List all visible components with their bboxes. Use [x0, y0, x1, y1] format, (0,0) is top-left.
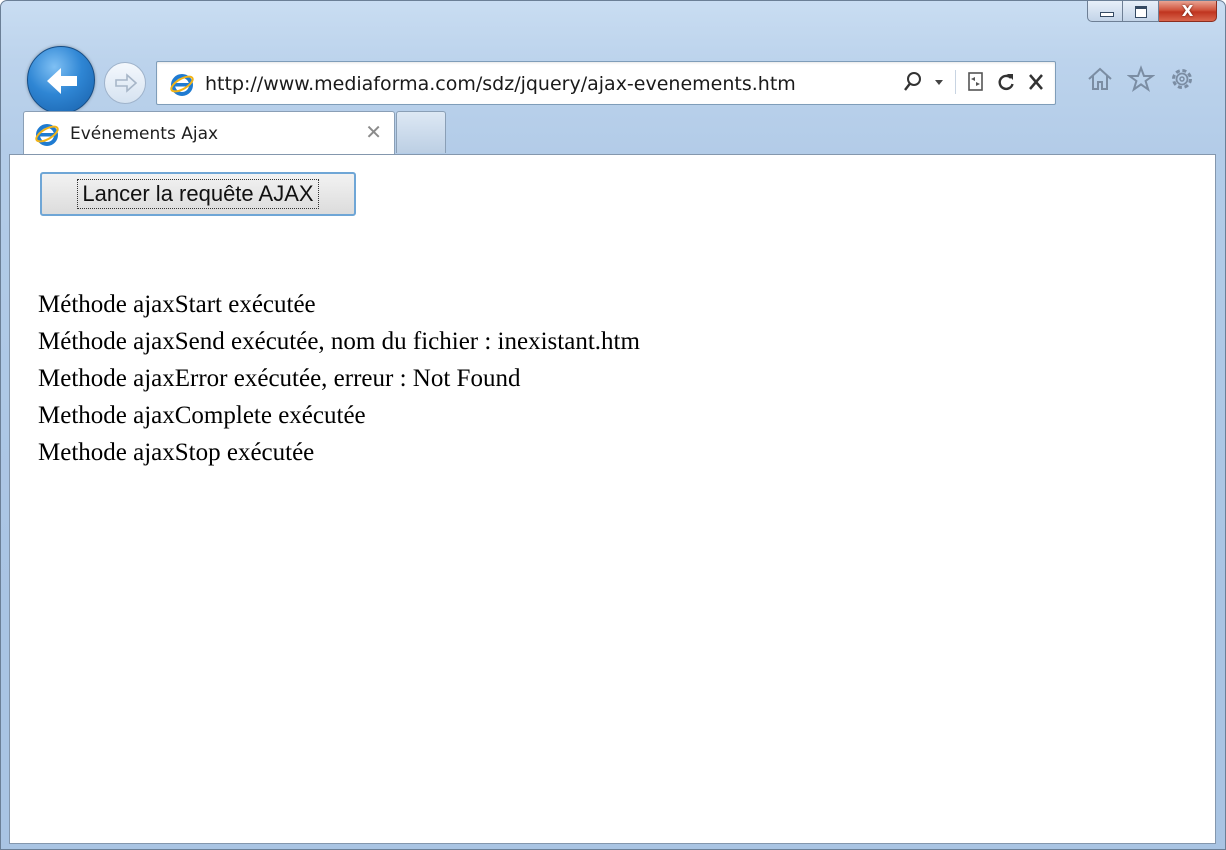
home-icon[interactable] — [1086, 65, 1114, 93]
browser-window: X http://www.mediaforma.com/sdz/jquery/a… — [0, 0, 1226, 850]
command-icons — [1086, 65, 1196, 93]
favorites-star-icon[interactable] — [1127, 65, 1155, 93]
new-tab-button[interactable] — [396, 111, 446, 153]
log-line: Methode ajaxStop exécutée — [38, 439, 315, 466]
log-line: Méthode ajaxStart exécutée — [38, 291, 316, 318]
search-icon[interactable] — [903, 71, 923, 93]
dropdown-arrow-icon[interactable] — [934, 78, 944, 86]
minimize-button[interactable] — [1087, 1, 1123, 22]
stop-icon[interactable] — [1027, 72, 1045, 92]
close-icon: X — [1181, 2, 1194, 20]
tab-close-icon[interactable]: ✕ — [365, 120, 382, 144]
log-line: Méthode ajaxSend exécutée, nom du fichie… — [38, 328, 640, 355]
launch-ajax-button[interactable]: Lancer la requête AJAX — [40, 172, 356, 216]
address-bar[interactable]: http://www.mediaforma.com/sdz/jquery/aja… — [156, 61, 1056, 105]
log-line: Methode ajaxError exécutée, erreur : Not… — [38, 365, 521, 392]
forward-arrow-icon — [115, 73, 138, 93]
forward-button[interactable] — [104, 62, 146, 104]
maximize-button[interactable] — [1123, 1, 1159, 22]
back-arrow-icon — [47, 68, 77, 94]
back-button[interactable] — [27, 46, 95, 114]
event-log: Méthode ajaxStart exécutée Méthode ajaxS… — [38, 286, 640, 471]
gear-icon[interactable] — [1168, 65, 1196, 93]
caption-buttons: X — [1087, 1, 1217, 23]
log-line: Methode ajaxComplete exécutée — [38, 402, 366, 429]
ie-logo-icon — [170, 74, 194, 96]
separator — [955, 70, 956, 94]
url-text[interactable]: http://www.mediaforma.com/sdz/jquery/aja… — [205, 73, 796, 95]
page-content: Lancer la requête AJAX Méthode ajaxStart… — [9, 154, 1216, 844]
compatibility-view-icon[interactable] — [967, 71, 985, 93]
tab-active[interactable]: Evénements Ajax ✕ — [23, 111, 395, 155]
refresh-icon[interactable] — [996, 71, 1016, 93]
close-window-button[interactable]: X — [1159, 1, 1217, 22]
tab-title: Evénements Ajax — [70, 124, 219, 144]
launch-ajax-button-label: Lancer la requête AJAX — [77, 179, 319, 209]
address-tools — [903, 70, 1045, 94]
ie-logo-icon — [35, 124, 59, 146]
